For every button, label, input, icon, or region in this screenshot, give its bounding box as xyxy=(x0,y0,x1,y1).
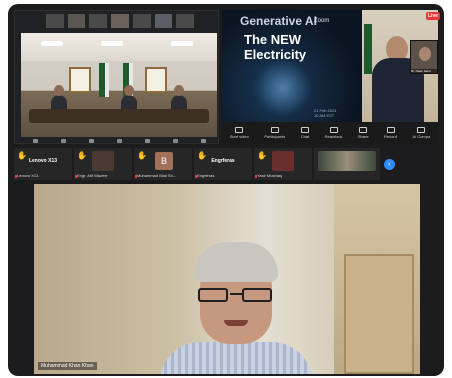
flag xyxy=(99,63,109,97)
participant-tile[interactable]: ✋ Engrferas Engrferas xyxy=(194,148,252,180)
active-speaker-video[interactable]: Muhammad Khan Khan xyxy=(34,184,420,374)
participant-video xyxy=(318,151,376,171)
meeting-toolbar: Start video Participants Chat Reactions … xyxy=(222,122,438,144)
participant-name: Engr. Atif Wazeer xyxy=(77,173,108,178)
reactions-icon xyxy=(329,127,338,133)
participant-tile[interactable]: ✋ Lenovo X13 Lenovo X13 xyxy=(14,148,72,180)
slide-title-line2: The NEW Electricity xyxy=(244,32,307,62)
gallery-thumbnails[interactable] xyxy=(45,13,196,29)
toolbar-icon[interactable] xyxy=(200,139,206,143)
gallery-thumbnail[interactable] xyxy=(88,13,109,29)
boardroom-scene xyxy=(21,33,217,137)
avatar: B xyxy=(155,152,173,170)
ceiling-light xyxy=(171,41,193,46)
gallery-thumbnail[interactable] xyxy=(175,13,196,29)
toolbar-ai-companion[interactable]: AI Compa xyxy=(412,127,430,139)
speaker-name-label: Muhammad Khan Khan xyxy=(38,362,97,370)
gallery-thumbnail[interactable] xyxy=(153,13,174,29)
toolbar-record[interactable]: Record xyxy=(384,127,397,139)
zoom-window: Generative AI Zoom The NEW Electricity 2… xyxy=(8,4,444,376)
participant-tile[interactable]: ✋ B Muhammad Bilal Sh... xyxy=(134,148,192,180)
speaker-mouth xyxy=(224,320,248,326)
live-badge: Live xyxy=(426,12,441,20)
flag xyxy=(364,24,372,74)
participant-tile[interactable]: ✋ Yasir Mushtaq xyxy=(254,148,312,180)
slide: Generative AI Zoom The NEW Electricity 2… xyxy=(222,10,362,122)
chevron-right-icon: › xyxy=(383,158,395,170)
speaker-shirt xyxy=(160,342,312,374)
ceiling-light xyxy=(41,41,63,46)
participant-video xyxy=(272,151,294,171)
gallery-thumbnail[interactable] xyxy=(110,13,130,29)
speaker-glasses xyxy=(198,288,274,302)
video-icon xyxy=(235,127,244,133)
raised-hand-icon: ✋ xyxy=(77,151,87,160)
mini-toolbar xyxy=(21,139,217,144)
slide-title-line1: Generative AI xyxy=(240,14,317,28)
toolbar-icon[interactable] xyxy=(32,139,38,143)
toolbar-icon[interactable] xyxy=(144,139,150,143)
participant-name: Engrferas xyxy=(197,173,215,178)
pip-video[interactable]: Dr. Nasir Jamil xyxy=(410,40,438,74)
presentation-share[interactable]: Generative AI Zoom The NEW Electricity 2… xyxy=(222,10,441,144)
boardroom-video-tile[interactable] xyxy=(14,10,219,144)
door xyxy=(344,254,414,374)
raised-hand-icon: ✋ xyxy=(137,151,147,160)
toolbar-start-video[interactable]: Start video xyxy=(230,127,249,139)
toolbar-share[interactable]: Share xyxy=(358,127,369,139)
participant-tile[interactable] xyxy=(314,148,380,180)
ceiling-light xyxy=(101,41,123,46)
participants-icon xyxy=(270,127,279,133)
slide-date: 21 Feb 2024 10 AM EST xyxy=(314,108,337,118)
toolbar-icon[interactable] xyxy=(88,139,94,143)
participant-strip: ✋ Lenovo X13 Lenovo X13 ✋ Engr. Atif Waz… xyxy=(14,148,438,180)
raised-hand-icon: ✋ xyxy=(257,151,267,160)
ceiling xyxy=(21,33,217,61)
chat-icon xyxy=(300,127,309,133)
conference-table xyxy=(29,109,209,123)
slide-brand: Zoom xyxy=(314,18,330,24)
ai-head-graphic xyxy=(252,60,314,116)
gallery-thumbnail[interactable] xyxy=(131,13,152,29)
ai-companion-icon xyxy=(417,127,426,133)
toolbar-icon[interactable] xyxy=(60,139,66,143)
participant-name: Muhammad Bilal Sh... xyxy=(137,173,177,178)
pip-label: Dr. Nasir Jamil xyxy=(411,69,437,73)
share-icon xyxy=(359,127,368,133)
next-page-button[interactable]: › xyxy=(382,148,396,180)
participant-name: Lenovo X13 xyxy=(17,173,39,178)
participant-name: Yasir Mushtaq xyxy=(257,173,283,178)
wall-portrait xyxy=(69,67,91,93)
gallery-thumbnail[interactable] xyxy=(66,13,87,29)
toolbar-reactions[interactable]: Reactions xyxy=(325,127,342,139)
toolbar-icon[interactable] xyxy=(116,139,122,143)
gallery-thumbnail[interactable] xyxy=(45,13,65,29)
wall-portrait xyxy=(145,67,167,93)
participant-video xyxy=(92,151,114,171)
participant-display-name: Lenovo X13 xyxy=(28,158,58,164)
toolbar-chat[interactable]: Chat xyxy=(301,127,309,139)
record-icon xyxy=(386,127,395,133)
speaker-hair xyxy=(194,242,278,282)
toolbar-icon[interactable] xyxy=(172,139,178,143)
toolbar-participants[interactable]: Participants xyxy=(264,127,285,139)
participant-tile[interactable]: ✋ Engr. Atif Wazeer xyxy=(74,148,132,180)
participant-display-name: Engrferas xyxy=(211,158,235,164)
